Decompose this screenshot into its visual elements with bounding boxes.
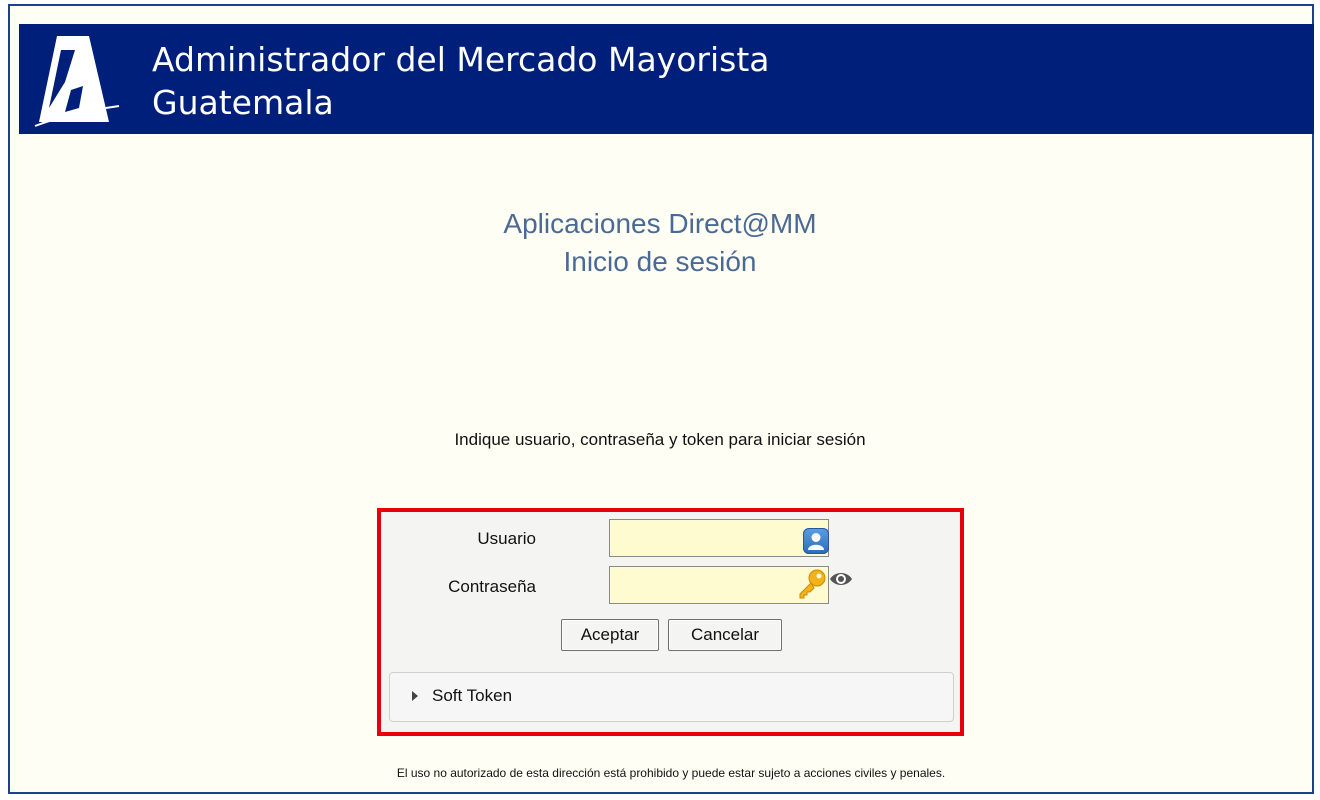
username-input[interactable] [609,519,829,557]
user-icon [803,528,829,554]
key-icon [799,569,826,599]
legal-notice: El uso no autorizado de esta dirección e… [396,766,946,780]
organization-name-line2: Guatemala [152,83,334,122]
show-password-eye-icon[interactable] [829,568,853,590]
username-label: Usuario [477,529,536,548]
page-title: Aplicaciones Direct@MM Inicio de sesión [0,205,1320,281]
amm-logo [34,36,120,127]
organization-name-line1: Administrador del Mercado Mayorista [152,40,770,79]
login-instruction: Indique usuario, contraseña y token para… [454,430,866,449]
soft-token-label: Soft Token [432,686,513,705]
accept-button[interactable]: Aceptar [561,619,659,651]
triangle-right-icon [412,691,418,701]
soft-token-toggle[interactable]: Soft Token [389,672,954,722]
organization-name: Administrador del Mercado Mayorista Guat… [152,38,769,124]
cancel-button[interactable]: Cancelar [668,619,782,651]
password-label: Contraseña [448,577,536,596]
site-header: Administrador del Mercado Mayorista Guat… [19,24,1314,134]
login-heading: Inicio de sesión [563,246,757,277]
app-name: Aplicaciones Direct@MM [503,208,817,239]
